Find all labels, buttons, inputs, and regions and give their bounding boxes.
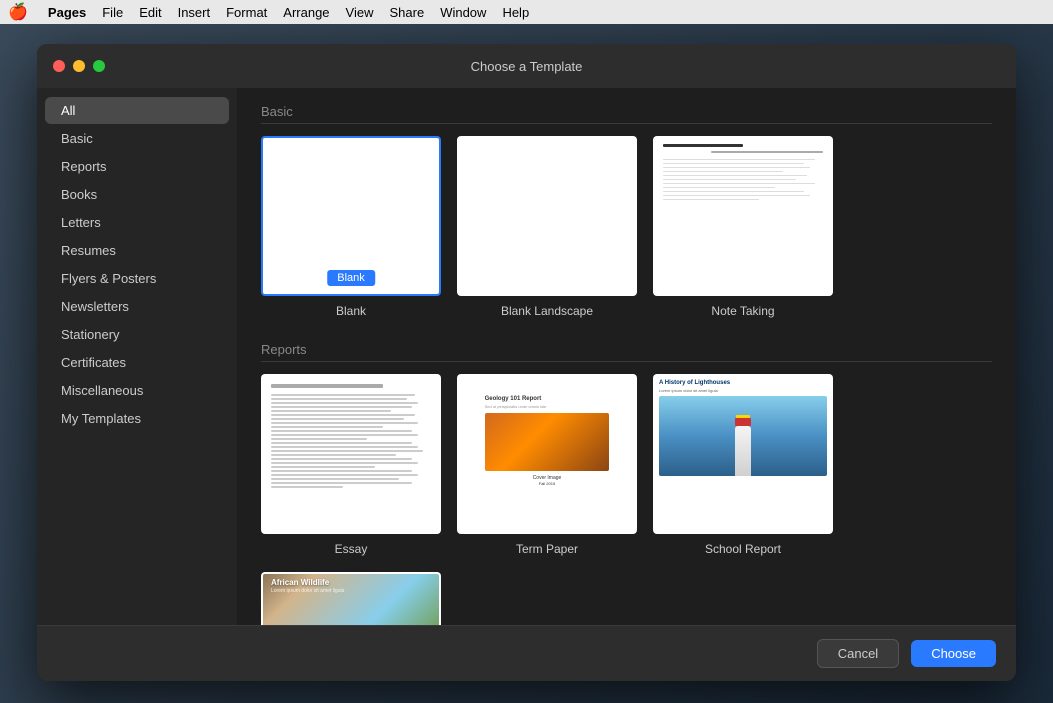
menubar-help[interactable]: Help	[502, 5, 529, 20]
template-blank[interactable]: Blank Blank	[261, 136, 441, 318]
main-content: All Basic Reports Books Letters Resumes …	[37, 88, 1016, 625]
template-term-paper-label: Term Paper	[516, 542, 578, 556]
menubar-app[interactable]: Pages	[48, 5, 86, 20]
template-essay-label: Essay	[335, 542, 368, 556]
menubar-insert[interactable]: Insert	[178, 5, 211, 20]
menubar-arrange[interactable]: Arrange	[283, 5, 329, 20]
menubar-share[interactable]: Share	[389, 5, 424, 20]
close-button[interactable]	[53, 60, 65, 72]
menubar-format[interactable]: Format	[226, 5, 267, 20]
template-school-report-label: School Report	[705, 542, 781, 556]
basic-section-header: Basic	[261, 104, 992, 124]
apple-menu[interactable]: 🍎	[8, 2, 28, 22]
template-note-taking[interactable]: Note Taking	[653, 136, 833, 318]
sidebar-item-all[interactable]: All	[45, 97, 229, 124]
template-essay-thumb	[261, 374, 441, 534]
maximize-button[interactable]	[93, 60, 105, 72]
sidebar-item-books[interactable]: Books	[45, 181, 229, 208]
template-blank-landscape[interactable]: Blank Landscape	[457, 136, 637, 318]
sidebar-item-reports[interactable]: Reports	[45, 153, 229, 180]
sidebar-item-certificates[interactable]: Certificates	[45, 349, 229, 376]
minimize-button[interactable]	[73, 60, 85, 72]
template-school-report[interactable]: A History of Lighthouses Lorem ipsum dol…	[653, 374, 833, 556]
template-essay[interactable]: Essay	[261, 374, 441, 556]
menubar: 🍎 Pages File Edit Insert Format Arrange …	[0, 0, 1053, 24]
template-term-paper-thumb: Geology 101 Report Sed ut perspiciatis u…	[457, 374, 637, 534]
template-visual-report[interactable]: African Wildlife Lorem ipsum dolor sit a…	[261, 572, 441, 625]
template-note-taking-label: Note Taking	[711, 304, 774, 318]
sidebar-item-letters[interactable]: Letters	[45, 209, 229, 236]
template-blank-landscape-label: Blank Landscape	[501, 304, 593, 318]
template-area: Basic Blank Blank Blank Landscape	[237, 88, 1016, 625]
sidebar: All Basic Reports Books Letters Resumes …	[37, 88, 237, 625]
template-blank-landscape-thumb	[457, 136, 637, 296]
template-visual-report-thumb: African Wildlife Lorem ipsum dolor sit a…	[261, 572, 441, 625]
sidebar-item-mytemplates[interactable]: My Templates	[45, 405, 229, 432]
menubar-window[interactable]: Window	[440, 5, 486, 20]
menubar-file[interactable]: File	[102, 5, 123, 20]
template-term-paper[interactable]: Geology 101 Report Sed ut perspiciatis u…	[457, 374, 637, 556]
template-note-taking-thumb	[653, 136, 833, 296]
reports-template-grid: Essay Geology 101 Report Sed ut perspici…	[261, 374, 992, 625]
sidebar-item-basic[interactable]: Basic	[45, 125, 229, 152]
reports-section-header: Reports	[261, 342, 992, 362]
basic-template-grid: Blank Blank Blank Landscape	[261, 136, 992, 318]
template-school-report-thumb: A History of Lighthouses Lorem ipsum dol…	[653, 374, 833, 534]
sidebar-item-newsletters[interactable]: Newsletters	[45, 293, 229, 320]
sidebar-item-stationery[interactable]: Stationery	[45, 321, 229, 348]
bottom-bar: Cancel Choose	[37, 625, 1016, 681]
selected-badge: Blank	[327, 270, 375, 286]
choose-button[interactable]: Choose	[911, 640, 996, 667]
dialog-title: Choose a Template	[471, 59, 583, 74]
traffic-lights	[53, 60, 105, 72]
cancel-button[interactable]: Cancel	[817, 639, 899, 668]
menubar-edit[interactable]: Edit	[139, 5, 161, 20]
dialog-titlebar: Choose a Template	[37, 44, 1016, 88]
sidebar-item-miscellaneous[interactable]: Miscellaneous	[45, 377, 229, 404]
sidebar-item-flyers[interactable]: Flyers & Posters	[45, 265, 229, 292]
template-blank-label: Blank	[336, 304, 366, 318]
sidebar-item-resumes[interactable]: Resumes	[45, 237, 229, 264]
menubar-view[interactable]: View	[346, 5, 374, 20]
template-blank-thumb: Blank	[261, 136, 441, 296]
choose-template-dialog: Choose a Template All Basic Reports Book…	[37, 44, 1016, 681]
